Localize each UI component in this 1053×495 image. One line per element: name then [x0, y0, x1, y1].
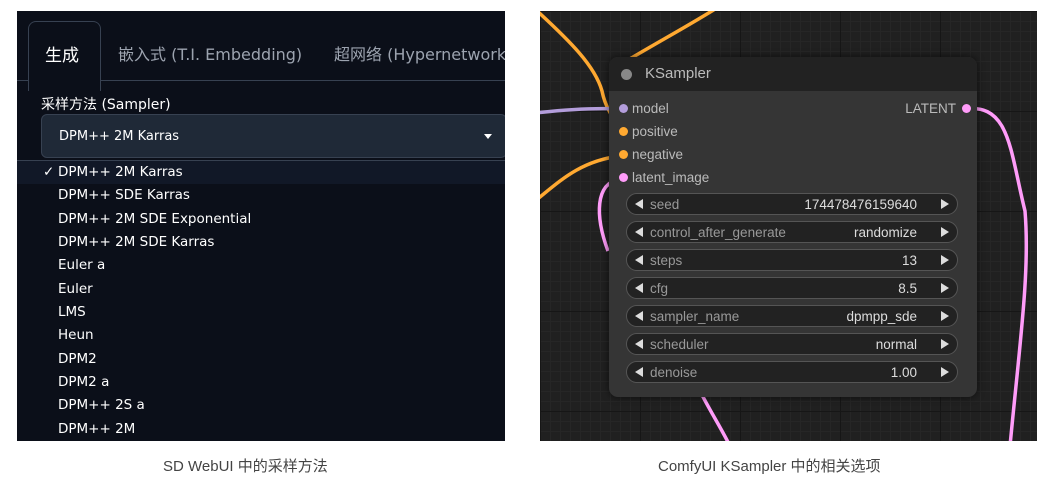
sampler-option[interactable]: DPM++ 2M — [17, 418, 505, 441]
increment-arrow-icon[interactable] — [941, 367, 949, 377]
widget-name: steps — [650, 253, 683, 268]
ksampler-node[interactable]: KSampler model positive negative latent_… — [609, 57, 977, 397]
sampler-option-label: DPM++ 2M SDE Exponential — [58, 211, 252, 227]
sampler-option-label: DPM++ 2S a — [58, 397, 145, 413]
sampler-option-label: DPM++ 2M SDE Karras — [58, 234, 215, 250]
sampler-option[interactable]: DPM++ 2M SDE Karras — [17, 231, 505, 254]
widget-value: 1.00 — [890, 365, 917, 380]
decrement-arrow-icon[interactable] — [635, 311, 643, 321]
tab-hypernetwork[interactable]: 超网络 (Hypernetwork — [334, 41, 505, 65]
sampler-option-label: DPM++ SDE Karras — [58, 187, 190, 203]
caption-left: SD WebUI 中的采样方法 — [163, 458, 328, 475]
slot-label: negative — [632, 147, 684, 162]
node-title: KSampler — [645, 65, 711, 82]
widget-seed[interactable]: seed 174478476159640 — [626, 193, 958, 215]
slot-label: positive — [632, 124, 678, 139]
caret-down-icon — [484, 134, 492, 139]
increment-arrow-icon[interactable] — [941, 311, 949, 321]
decrement-arrow-icon[interactable] — [635, 255, 643, 265]
sampler-option[interactable]: ✓ DPM++ 2M Karras — [17, 161, 505, 184]
check-icon: ✓ — [43, 164, 55, 180]
widget-cfg[interactable]: cfg 8.5 — [626, 277, 958, 299]
sampler-label: 采样方法 (Sampler) — [41, 97, 171, 113]
node-header[interactable]: KSampler — [609, 57, 977, 91]
wire-pink-bottom — [698, 390, 730, 441]
tab-divider — [100, 80, 505, 81]
collapse-dot-icon[interactable] — [621, 69, 632, 80]
sampler-dropdown-list: ✓ DPM++ 2M Karras DPM++ SDE Karras DPM++… — [17, 160, 505, 441]
decrement-arrow-icon[interactable] — [635, 339, 643, 349]
wire-orange-negative — [540, 154, 621, 200]
decrement-arrow-icon[interactable] — [635, 283, 643, 293]
slot-label: model — [632, 101, 669, 116]
sd-webui-screenshot: 生成 嵌入式 (T.I. Embedding) 超网络 (Hypernetwor… — [17, 11, 505, 441]
widget-name: seed — [650, 197, 680, 212]
sampler-option[interactable]: Euler — [17, 278, 505, 301]
input-pin-icon[interactable] — [619, 173, 628, 182]
widget-denoise[interactable]: denoise 1.00 — [626, 361, 958, 383]
widget-value: normal — [875, 337, 917, 352]
sampler-option-label: Euler — [58, 281, 93, 297]
widget-value: 8.5 — [898, 281, 917, 296]
increment-arrow-icon[interactable] — [941, 227, 949, 237]
tab-generate-label[interactable]: 生成 — [45, 41, 79, 66]
input-pin-icon[interactable] — [619, 104, 628, 113]
comfyui-screenshot: KSampler model positive negative latent_… — [540, 11, 1037, 441]
widget-control-after-generate[interactable]: control_after_generate randomize — [626, 221, 958, 243]
output-slot-latent[interactable]: LATENT — [889, 100, 971, 118]
widget-value: 13 — [901, 253, 917, 268]
widget-value: dpmpp_sde — [846, 309, 917, 324]
input-pin-icon[interactable] — [619, 127, 628, 136]
caption-right: ComfyUI KSampler 中的相关选项 — [658, 458, 881, 475]
sampler-option-label: DPM2 a — [58, 374, 110, 390]
output-pin-icon[interactable] — [962, 104, 971, 113]
sampler-option-label: LMS — [58, 304, 86, 320]
decrement-arrow-icon[interactable] — [635, 227, 643, 237]
decrement-arrow-icon[interactable] — [635, 199, 643, 209]
sampler-option[interactable]: DPM2 — [17, 348, 505, 371]
sampler-option-label: Euler a — [58, 257, 106, 273]
increment-arrow-icon[interactable] — [941, 283, 949, 293]
sampler-option-label: DPM++ 2M — [58, 421, 136, 437]
widget-sampler-name[interactable]: sampler_name dpmpp_sde — [626, 305, 958, 327]
widget-value: 174478476159640 — [804, 197, 917, 212]
widget-name: sampler_name — [650, 309, 740, 324]
widget-value: randomize — [853, 225, 917, 240]
increment-arrow-icon[interactable] — [941, 255, 949, 265]
sampler-option-label: Heun — [58, 327, 94, 343]
sampler-option[interactable]: LMS — [17, 301, 505, 324]
sampler-option-label: DPM2 — [58, 351, 97, 367]
widget-scheduler[interactable]: scheduler normal — [626, 333, 958, 355]
sampler-option[interactable]: DPM++ SDE Karras — [17, 184, 505, 207]
tab-embedding[interactable]: 嵌入式 (T.I. Embedding) — [118, 41, 302, 65]
widget-name: cfg — [650, 281, 669, 296]
widget-steps[interactable]: steps 13 — [626, 249, 958, 271]
slot-label: latent_image — [632, 170, 710, 185]
increment-arrow-icon[interactable] — [941, 339, 949, 349]
input-pin-icon[interactable] — [619, 150, 628, 159]
widget-name: scheduler — [650, 337, 709, 352]
increment-arrow-icon[interactable] — [941, 199, 949, 209]
decrement-arrow-icon[interactable] — [635, 367, 643, 377]
sampler-option[interactable]: DPM++ 2M SDE Exponential — [17, 208, 505, 231]
widget-name: denoise — [650, 365, 698, 380]
sampler-select[interactable]: DPM++ 2M Karras — [41, 114, 505, 158]
sampler-option[interactable]: Heun — [17, 324, 505, 347]
sampler-option-label: DPM++ 2M Karras — [58, 164, 183, 180]
sampler-option[interactable]: DPM++ 2S a — [17, 394, 505, 417]
slot-label: LATENT — [905, 101, 956, 116]
sampler-option[interactable]: DPM2 a — [17, 371, 505, 394]
sampler-select-value: DPM++ 2M Karras — [59, 129, 180, 144]
sampler-option[interactable]: Euler a — [17, 254, 505, 277]
widget-name: control_after_generate — [650, 225, 786, 240]
tab-bar: 生成 嵌入式 (T.I. Embedding) 超网络 (Hypernetwor… — [17, 11, 505, 91]
